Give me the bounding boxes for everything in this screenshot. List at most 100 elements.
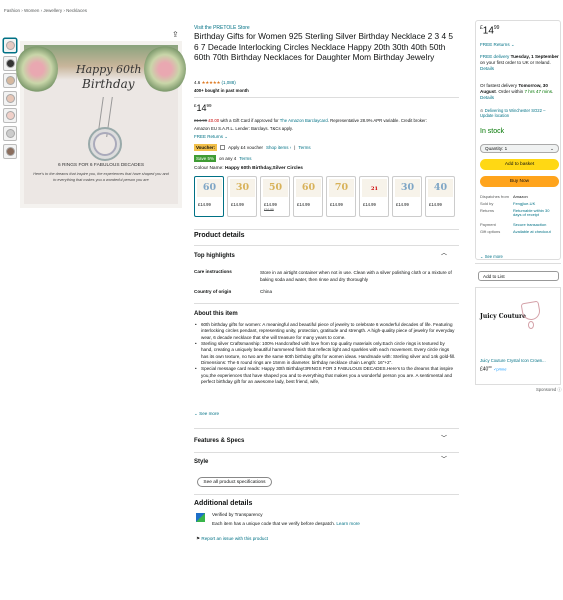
about-heading: About this item [194,311,238,317]
additional-details-heading: Additional details [194,500,253,507]
credit-lender: Amazon EU S.A.R.L. Lender: Barclays. T&C… [194,126,293,131]
ad-title[interactable]: Juicy Couture Crystal Icon Crown... [480,358,560,363]
chevron-up-icon[interactable]: ︿ [441,251,447,259]
chevron-down-icon[interactable]: ﹀ [441,436,447,444]
see-more-link[interactable]: ⌄ See more [194,411,219,417]
swatch-price: £14.99 [264,202,277,207]
voucher-terms-link[interactable]: Terms [298,145,310,151]
voucher-badge: Voucher: [194,144,218,151]
divider [475,263,561,264]
buy-now-button[interactable]: Buy Now [480,176,559,187]
thumbnail-3[interactable] [3,73,17,89]
chevron-down-icon[interactable]: ﹀ [441,457,447,465]
image-line1: Happy 60th [76,63,142,76]
divider [194,452,459,453]
voucher-shop-link[interactable]: Shop items › [266,145,291,151]
fastest-delivery: Or fastest delivery Tomorrow, 30 August.… [480,83,554,100]
about-bullet: Sterling silver Craftsmanship: 100% Hand… [194,341,456,366]
colour-swatch[interactable]: 70 £14.99 [326,176,356,217]
thumbnail-2[interactable] [3,55,17,71]
swatch-image: 70 [329,179,354,197]
colour-swatch[interactable]: 50 £14.99 £16.99 [260,176,290,217]
about-bullets: 60th birthday gifts for women: A meaning… [194,322,456,385]
buybox-free-returns[interactable]: FREE Returns ⌄ [480,42,515,48]
origin-value: China [260,289,273,294]
star-icons: ★★★★★ [201,80,221,85]
quantity-select[interactable]: Quantity: 1 ⌄ [480,144,559,153]
colour-swatch[interactable]: 60 £14.99 [194,176,224,217]
learn-more-link[interactable]: Learn more [336,521,360,526]
divider [194,229,459,230]
product-title: Birthday Gifts for Women 925 Sterling Si… [194,31,454,63]
divider [194,428,459,429]
buybox-see-more[interactable]: ⌄ See more [480,254,503,259]
fastest-details-link[interactable]: Details [480,95,494,100]
rating-row[interactable]: 4.6 ★★★★★ (1,088) [194,80,236,86]
add-to-basket-button[interactable]: Add to basket [480,159,559,170]
credit-offer: £14.99 £0.00 with a Gift Card if approve… [194,118,427,123]
buybox-info-row: Sold by Fengjiue-UK [480,200,536,206]
save-terms-link[interactable]: Terms [239,156,251,162]
price: £1499 [194,103,212,113]
colour-label: Colour Name: Happy 60th Birthday,Silver … [194,166,303,171]
swatch-image: 30 [395,179,420,197]
image-message: Here's to the dreams that inspire you, t… [33,172,169,183]
share-icon[interactable]: ⇪ [172,30,179,40]
swatch-price: £14.99 [429,202,442,207]
rating-count[interactable]: (1,088) [221,80,235,85]
image-line2: Birthday [82,77,135,91]
save-row: Save 5% on any 4 Terms [194,155,252,162]
breadcrumb[interactable]: Fashion › Women › Jewellery › Necklaces [4,8,87,14]
barclaycard-link[interactable]: The Amazon Barclaycard [280,118,328,123]
delivery-info: FREE delivery Tuesday, 1 September on yo… [480,54,559,71]
buybox-info-row: Gift options Available at checkout [480,228,551,234]
delivery-details-link[interactable]: Details [480,66,494,71]
divider [194,245,459,246]
thumbnail-6[interactable] [3,125,17,141]
divider [194,303,459,304]
buybox-price: £1499 [480,25,500,37]
product-details-heading: Product details [194,232,245,239]
thumbnail-1[interactable] [3,38,17,53]
swatch-image: 30 [230,179,255,197]
voucher-row: Voucher: Apply £4 voucher Shop items › |… [194,144,311,151]
about-bullet: Special message card reads: Happy 30th B… [194,366,456,385]
sponsored-ad[interactable]: Juicy Couture Juicy Couture Crystal Icon… [475,287,561,385]
buy-box: £1499 FREE Returns ⌄ FREE delivery Tuesd… [475,20,561,260]
save-badge: Save 5% [194,155,217,162]
swatch-image: 50 [263,179,288,197]
voucher-text: Apply £4 voucher [228,144,263,150]
swatch-image: 60 [197,179,222,197]
free-returns-link[interactable]: FREE Returns ⌄ [194,134,228,140]
gift-card-image: Happy 60th Birthday 6 RINGS FOR 6 FABULO… [16,45,186,204]
voucher-checkbox[interactable] [220,144,226,150]
colour-swatch[interactable]: 60 £14.99 [293,176,323,217]
care-value: Store in an airtight container when not … [260,270,452,282]
report-issue-link[interactable]: ⚑ Report an issue with this product [196,536,268,542]
main-product-image[interactable]: Happy 60th Birthday 6 RINGS FOR 6 FABULO… [16,41,186,208]
rating-value: 4.6 [194,80,201,85]
colour-swatch[interactable]: 30 £14.99 [392,176,422,217]
top-highlights-toggle[interactable]: Top highlights [194,253,235,261]
see-all-specs-button[interactable]: See all product specifications [197,477,272,487]
thumbnail-5[interactable] [3,108,17,124]
features-toggle[interactable]: Features & Specs [194,438,244,446]
thumbnail-7[interactable] [3,143,17,159]
style-toggle[interactable]: Style [194,459,208,467]
origin-label: Country of origin [194,289,232,294]
bought-badge: 400+ bought in past month [194,88,249,93]
colour-swatch[interactable]: 21 £14.99 [359,176,389,217]
swatch-price: £14.99 [297,202,310,207]
swatch-image: 60 [296,179,321,197]
thumbnail-4[interactable] [3,90,17,106]
add-to-list-button[interactable]: Add to List [478,271,559,281]
colour-swatch[interactable]: 30 £14.99 [227,176,257,217]
swatch-price: £14.99 [363,202,376,207]
colour-swatch[interactable]: 40 £14.99 [425,176,455,217]
transparency-icon [196,513,205,522]
buybox-info-row: Dispatches from Amazon [480,194,528,199]
location-link[interactable]: ⊙ Delivering to Winchester SO22 – Update… [480,108,560,118]
swatch-price: £14.99 [231,202,244,207]
buybox-info-row: Returns Returnable within 30 days of rece… [480,207,550,218]
swatch-price: £14.99 [330,202,343,207]
